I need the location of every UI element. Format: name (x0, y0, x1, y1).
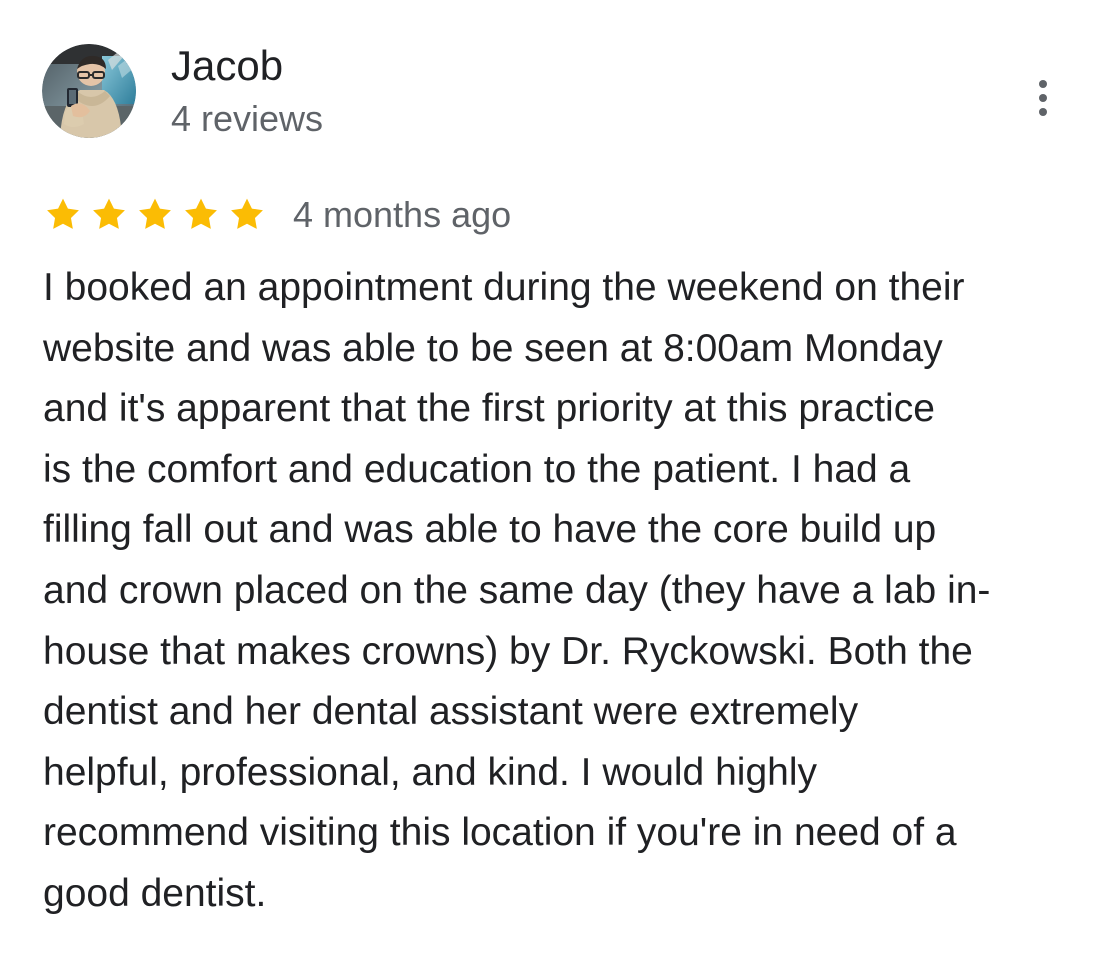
reviewer-name[interactable]: Jacob (171, 42, 283, 90)
star-icon (231, 198, 263, 229)
reviewer-avatar[interactable] (42, 44, 136, 138)
review-text: I booked an appointment during the weeke… (43, 258, 1063, 925)
review-text-line: good dentist. (43, 871, 267, 915)
review-text-line: recommend visiting this location if you'… (43, 811, 957, 855)
review-text-line: I booked an appointment during the weeke… (43, 266, 965, 309)
review-text-line: website and was able to be seen at 8:00a… (43, 326, 943, 370)
review-count: 4 reviews (171, 98, 324, 139)
review-text-line: and crown placed on the same day (they h… (43, 568, 991, 612)
rating-row: 4 months ago (43, 193, 511, 237)
star-icon (139, 198, 171, 229)
review-text-line: helpful, professional, and kind. I would… (43, 750, 817, 794)
star-icon (93, 198, 125, 229)
review-text-line: is the comfort and education to the pati… (43, 447, 911, 491)
star-rating (43, 193, 269, 237)
review-text-line: house that makes crowns) by Dr. Ryckowsk… (43, 629, 973, 673)
review-date: 4 months ago (293, 194, 512, 235)
review-text-line: dentist and her dental assistant were ex… (43, 690, 859, 734)
more-options-button[interactable] (1020, 70, 1066, 126)
star-icon (47, 198, 79, 229)
review-text-line: and it's apparent that the first priorit… (43, 387, 935, 431)
more-vertical-icon (1039, 80, 1047, 116)
reviewer-photo-icon (42, 44, 136, 138)
review-card: Jacob 4 reviews 4 months ago I booked an… (0, 0, 1094, 970)
star-icon (185, 198, 217, 229)
review-text-line: filling fall out and was able to have th… (43, 508, 937, 552)
